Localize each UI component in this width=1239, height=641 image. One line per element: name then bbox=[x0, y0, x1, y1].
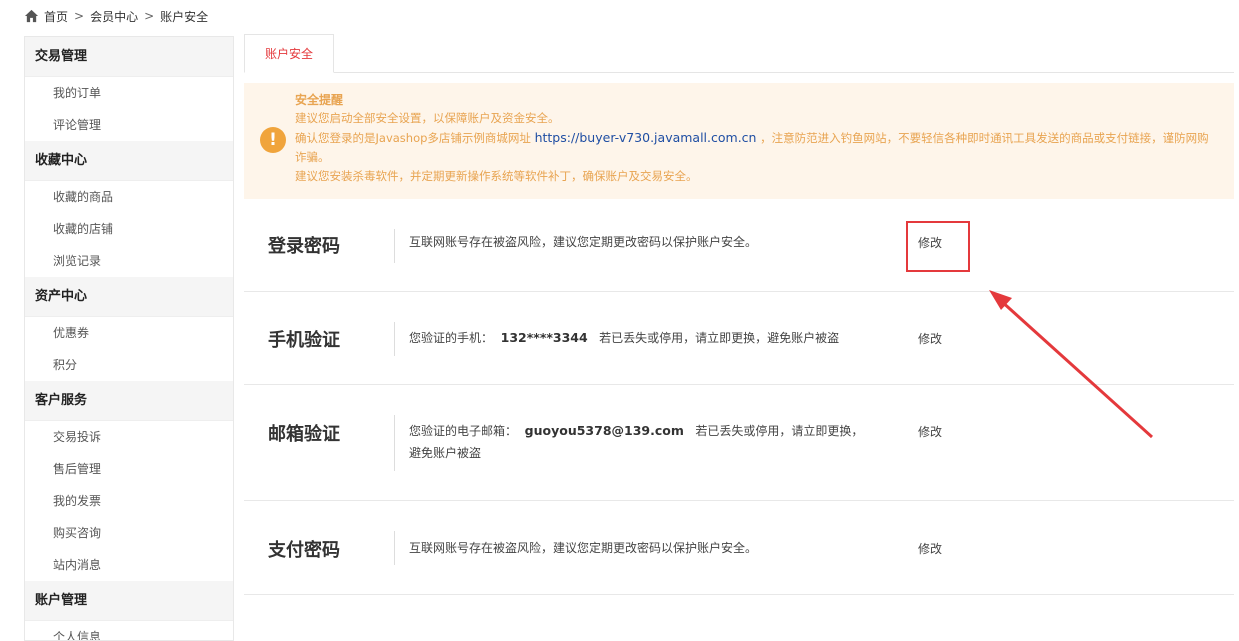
sidebar-item-history[interactable]: 浏览记录 bbox=[25, 245, 233, 277]
sidebar-item-coupons[interactable]: 优惠券 bbox=[25, 317, 233, 349]
notice-title: 安全提醒 bbox=[295, 93, 344, 107]
sidebar-item-complaints[interactable]: 交易投诉 bbox=[25, 421, 233, 453]
email-address: guoyou5378@139.com bbox=[524, 423, 684, 438]
home-icon[interactable] bbox=[24, 9, 39, 23]
pay-password-row: 支付密码 互联网账号存在被盗风险，建议您定期更改密码以保护账户安全。 修改 bbox=[244, 501, 1234, 595]
sidebar-item-invoices[interactable]: 我的发票 bbox=[25, 485, 233, 517]
notice-url-link[interactable]: https://buyer-v730.javamall.com.cn bbox=[535, 130, 757, 145]
breadcrumb-separator: > bbox=[74, 9, 85, 23]
sidebar-group-title-assets: 资产中心 bbox=[25, 277, 233, 317]
notice-line-2-prefix: 确认您登录的是Javashop多店铺示例商城网址 bbox=[295, 131, 531, 145]
notice-line-1: 建议您启动全部安全设置，以保障账户及资金安全。 bbox=[295, 111, 560, 125]
phone-verify-desc: 您验证的手机： 132****3344 若已丢失或停用，请立即更换，避免账户被盗 bbox=[409, 327, 839, 349]
tab-account-security[interactable]: 账户安全 bbox=[244, 34, 334, 73]
sidebar: 交易管理 我的订单 评论管理 收藏中心 收藏的商品 收藏的店铺 浏览记录 资产中… bbox=[24, 36, 234, 641]
annotation-highlight-box bbox=[906, 221, 970, 272]
email-verify-desc: 您验证的电子邮箱： guoyou5378@139.com 若已丢失或停用，请立即… bbox=[409, 420, 869, 464]
login-password-label: 登录密码 bbox=[268, 236, 340, 257]
breadcrumb: 首页 > 会员中心 > 账户安全 bbox=[24, 6, 208, 26]
divider bbox=[394, 531, 395, 565]
sidebar-item-profile[interactable]: 个人信息 bbox=[25, 621, 233, 640]
phone-verify-label: 手机验证 bbox=[268, 330, 340, 351]
breadcrumb-home-link[interactable]: 首页 bbox=[44, 8, 68, 25]
tab-bar: 账户安全 bbox=[244, 34, 1234, 73]
login-password-desc: 互联网账号存在被盗风险，建议您定期更改密码以保护账户安全。 bbox=[409, 235, 758, 249]
phone-verify-modify-button[interactable]: 修改 bbox=[918, 330, 942, 347]
exclamation-icon: ! bbox=[260, 127, 286, 153]
sidebar-item-my-orders[interactable]: 我的订单 bbox=[25, 77, 233, 109]
phone-desc-suffix: 若已丢失或停用，请立即更换，避免账户被盗 bbox=[599, 331, 840, 345]
breadcrumb-member-center-link[interactable]: 会员中心 bbox=[90, 8, 138, 25]
divider bbox=[394, 229, 395, 263]
sidebar-group-title-favorites: 收藏中心 bbox=[25, 141, 233, 181]
divider bbox=[394, 415, 395, 471]
sidebar-group-title-trade: 交易管理 bbox=[25, 37, 233, 77]
email-verify-row: 邮箱验证 您验证的电子邮箱： guoyou5378@139.com 若已丢失或停… bbox=[244, 385, 1234, 501]
email-verify-modify-button[interactable]: 修改 bbox=[918, 423, 942, 440]
pay-password-desc: 互联网账号存在被盗风险，建议您定期更改密码以保护账户安全。 bbox=[409, 541, 758, 555]
sidebar-group-title-account: 账户管理 bbox=[25, 581, 233, 621]
sidebar-item-after-sales[interactable]: 售后管理 bbox=[25, 453, 233, 485]
pay-password-label: 支付密码 bbox=[268, 540, 340, 561]
phone-number: 132****3344 bbox=[500, 330, 588, 345]
sidebar-item-points[interactable]: 积分 bbox=[25, 349, 233, 381]
sidebar-item-fav-goods[interactable]: 收藏的商品 bbox=[25, 181, 233, 213]
sidebar-item-consult[interactable]: 购买咨询 bbox=[25, 517, 233, 549]
breadcrumb-current: 账户安全 bbox=[160, 9, 209, 24]
email-desc-prefix: 您验证的电子邮箱： bbox=[409, 424, 518, 438]
breadcrumb-separator: > bbox=[144, 9, 155, 23]
email-verify-label: 邮箱验证 bbox=[268, 424, 340, 445]
notice-line-3: 建议您安装杀毒软件，并定期更新操作系统等软件补丁，确保账户及交易安全。 bbox=[295, 169, 698, 183]
main-content: 账户安全 ! 安全提醒 建议您启动全部安全设置，以保障账户及资金安全。 确认您登… bbox=[244, 34, 1234, 595]
sidebar-item-messages[interactable]: 站内消息 bbox=[25, 549, 233, 581]
security-notice: ! 安全提醒 建议您启动全部安全设置，以保障账户及资金安全。 确认您登录的是Ja… bbox=[244, 83, 1234, 199]
login-password-row: 登录密码 互联网账号存在被盗风险，建议您定期更改密码以保护账户安全。 修改 bbox=[244, 199, 1234, 292]
phone-desc-prefix: 您验证的手机： bbox=[409, 331, 494, 345]
notice-line-2: 确认您登录的是Javashop多店铺示例商城网址 https://buyer-v… bbox=[295, 128, 1214, 167]
sidebar-group-title-service: 客户服务 bbox=[25, 381, 233, 421]
sidebar-item-comments[interactable]: 评论管理 bbox=[25, 109, 233, 141]
pay-password-modify-button[interactable]: 修改 bbox=[918, 540, 942, 557]
sidebar-item-fav-shops[interactable]: 收藏的店铺 bbox=[25, 213, 233, 245]
phone-verify-row: 手机验证 您验证的手机： 132****3344 若已丢失或停用，请立即更换，避… bbox=[244, 292, 1234, 385]
divider bbox=[394, 322, 395, 356]
